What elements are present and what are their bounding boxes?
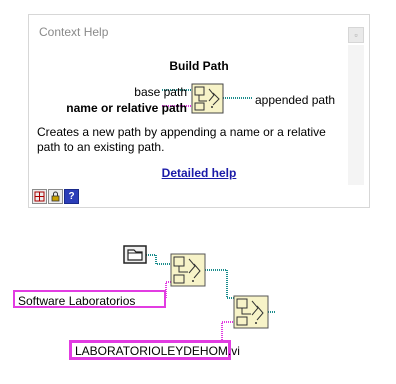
block-diagram	[123, 245, 276, 340]
node1-to-node2-wire	[205, 269, 234, 299]
lab-to-node2-wire	[221, 321, 234, 340]
folder-path-constant-icon[interactable]	[123, 245, 147, 264]
build-path-node[interactable]	[233, 295, 269, 329]
software-to-node1-wire	[165, 281, 171, 298]
build-path-node[interactable]	[170, 253, 206, 287]
folder-to-node1-wire	[146, 254, 171, 265]
string-constant-filename[interactable]: LABORATORIOLEYDEHOM.vi	[69, 340, 240, 360]
string-constant-software[interactable]: Software Laboratorios	[13, 290, 166, 308]
